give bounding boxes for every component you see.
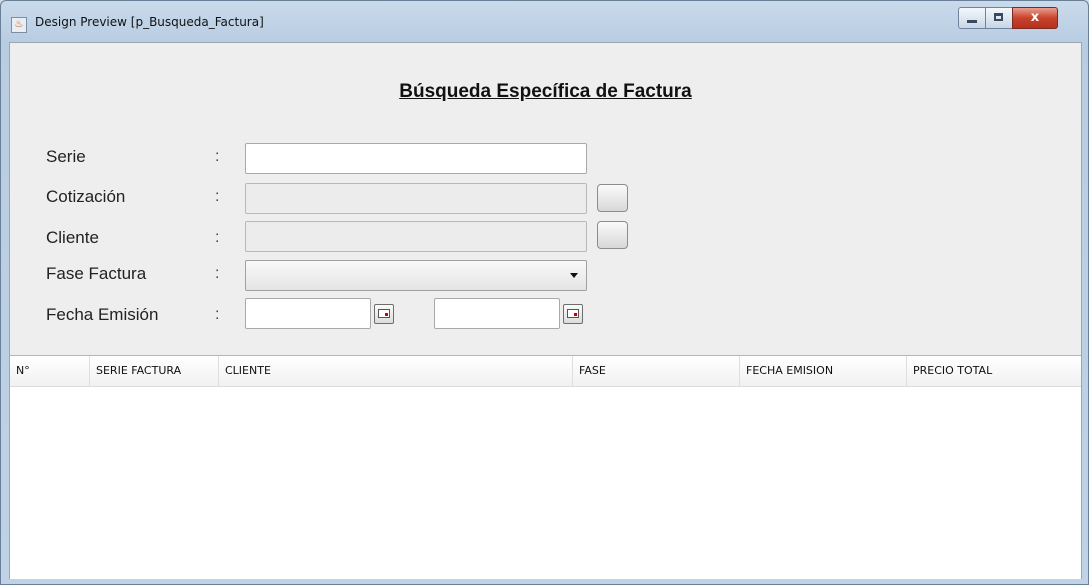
column-header-cliente[interactable]: CLIENTE <box>219 356 573 386</box>
fecha-desde-input[interactable] <box>245 298 371 329</box>
cotizacion-input <box>245 183 587 214</box>
fecha-desde-calendar-button[interactable] <box>374 304 394 324</box>
cotizacion-lookup-button[interactable] <box>597 184 628 212</box>
serie-colon: : <box>215 148 220 165</box>
serie-label: Serie <box>46 147 86 166</box>
maximize-button[interactable] <box>985 7 1013 29</box>
fecha-hasta-calendar-button[interactable] <box>563 304 583 324</box>
column-header-fecha-emision[interactable]: FECHA EMISION <box>740 356 907 386</box>
column-header-fase[interactable]: FASE <box>573 356 740 386</box>
page-title: Búsqueda Específica de Factura <box>399 81 692 102</box>
cliente-colon: : <box>215 229 220 246</box>
calendar-icon <box>567 309 579 318</box>
window-title: Design Preview [p_Busqueda_Factura] <box>35 15 264 29</box>
serie-input[interactable] <box>245 143 587 174</box>
minimize-button[interactable] <box>958 7 986 29</box>
form-panel: Búsqueda Específica de Factura Serie : C… <box>9 42 1082 579</box>
maximize-icon <box>994 13 1003 21</box>
chevron-down-icon <box>570 273 578 278</box>
fecha-emision-colon: : <box>215 306 220 323</box>
fase-factura-select[interactable] <box>245 260 587 291</box>
java-app-icon: ♨ <box>11 17 27 33</box>
minimize-icon <box>967 20 977 23</box>
results-table[interactable]: N° SERIE FACTURA CLIENTE FASE FECHA EMIS… <box>10 355 1081 579</box>
fecha-hasta-input[interactable] <box>434 298 560 329</box>
fase-factura-colon: : <box>215 265 220 282</box>
fecha-emision-label: Fecha Emisión <box>46 305 159 324</box>
cotizacion-colon: : <box>215 188 220 205</box>
fase-factura-label: Fase Factura <box>46 264 147 283</box>
cotizacion-label: Cotización <box>46 187 126 206</box>
title-bar[interactable]: ♨ Design Preview [p_Busqueda_Factura] x <box>1 1 1088 37</box>
column-header-numero[interactable]: N° <box>10 356 90 386</box>
app-window: ♨ Design Preview [p_Busqueda_Factura] x … <box>0 0 1089 585</box>
table-header: N° SERIE FACTURA CLIENTE FASE FECHA EMIS… <box>10 356 1081 387</box>
cliente-lookup-button[interactable] <box>597 221 628 249</box>
close-button[interactable]: x <box>1012 7 1058 29</box>
calendar-icon <box>378 309 390 318</box>
cliente-input <box>245 221 587 252</box>
column-header-serie-factura[interactable]: SERIE FACTURA <box>90 356 219 386</box>
cliente-label: Cliente <box>46 228 99 247</box>
column-header-precio-total[interactable]: PRECIO TOTAL <box>907 356 1081 386</box>
